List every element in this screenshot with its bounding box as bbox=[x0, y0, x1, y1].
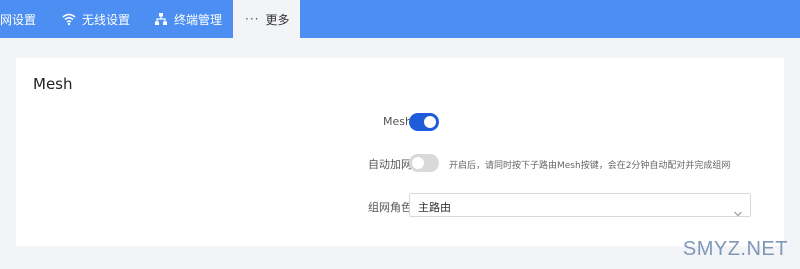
nav-item-label: 终端管理 bbox=[174, 12, 223, 27]
mesh-toggle[interactable] bbox=[409, 113, 439, 131]
watermark: SMYZ.NET bbox=[682, 238, 788, 260]
top-navigation: 网设置 无线设置 终端管理 ··· 更多 bbox=[0, 0, 800, 38]
nav-item-network-settings[interactable]: 网设置 bbox=[0, 0, 36, 38]
wifi-icon bbox=[62, 12, 76, 26]
role-select[interactable]: 主路由 bbox=[409, 193, 751, 217]
auto-join-toggle[interactable] bbox=[409, 154, 439, 172]
nav-item-label: 更多 bbox=[265, 12, 290, 27]
toggle-knob bbox=[412, 157, 424, 169]
role-label: 组网角色 bbox=[368, 201, 412, 214]
more-dots-icon: ··· bbox=[245, 12, 260, 26]
role-select-value: 主路由 bbox=[418, 201, 451, 214]
auto-join-hint: 开启后，请同时按下子路由Mesh按键，会在2分钟自动配对并完成组网 bbox=[449, 161, 731, 171]
nav-item-wireless-settings[interactable]: 无线设置 bbox=[62, 0, 130, 38]
chevron-down-icon bbox=[734, 202, 742, 217]
mesh-settings-card: Mesh Mesh 自动加网 开启后，请同时按下子路由Mesh按键，会在2分钟自… bbox=[16, 58, 784, 246]
toggle-knob bbox=[424, 116, 436, 128]
nav-item-more[interactable]: ··· 更多 bbox=[233, 0, 300, 38]
network-tree-icon bbox=[154, 12, 168, 26]
nav-item-label: 网设置 bbox=[0, 12, 37, 27]
nav-item-terminal-management[interactable]: 终端管理 bbox=[154, 0, 222, 38]
nav-item-label: 无线设置 bbox=[82, 12, 131, 27]
card-title: Mesh bbox=[33, 75, 73, 93]
mesh-label: Mesh bbox=[383, 115, 412, 128]
auto-join-label: 自动加网 bbox=[368, 158, 412, 171]
